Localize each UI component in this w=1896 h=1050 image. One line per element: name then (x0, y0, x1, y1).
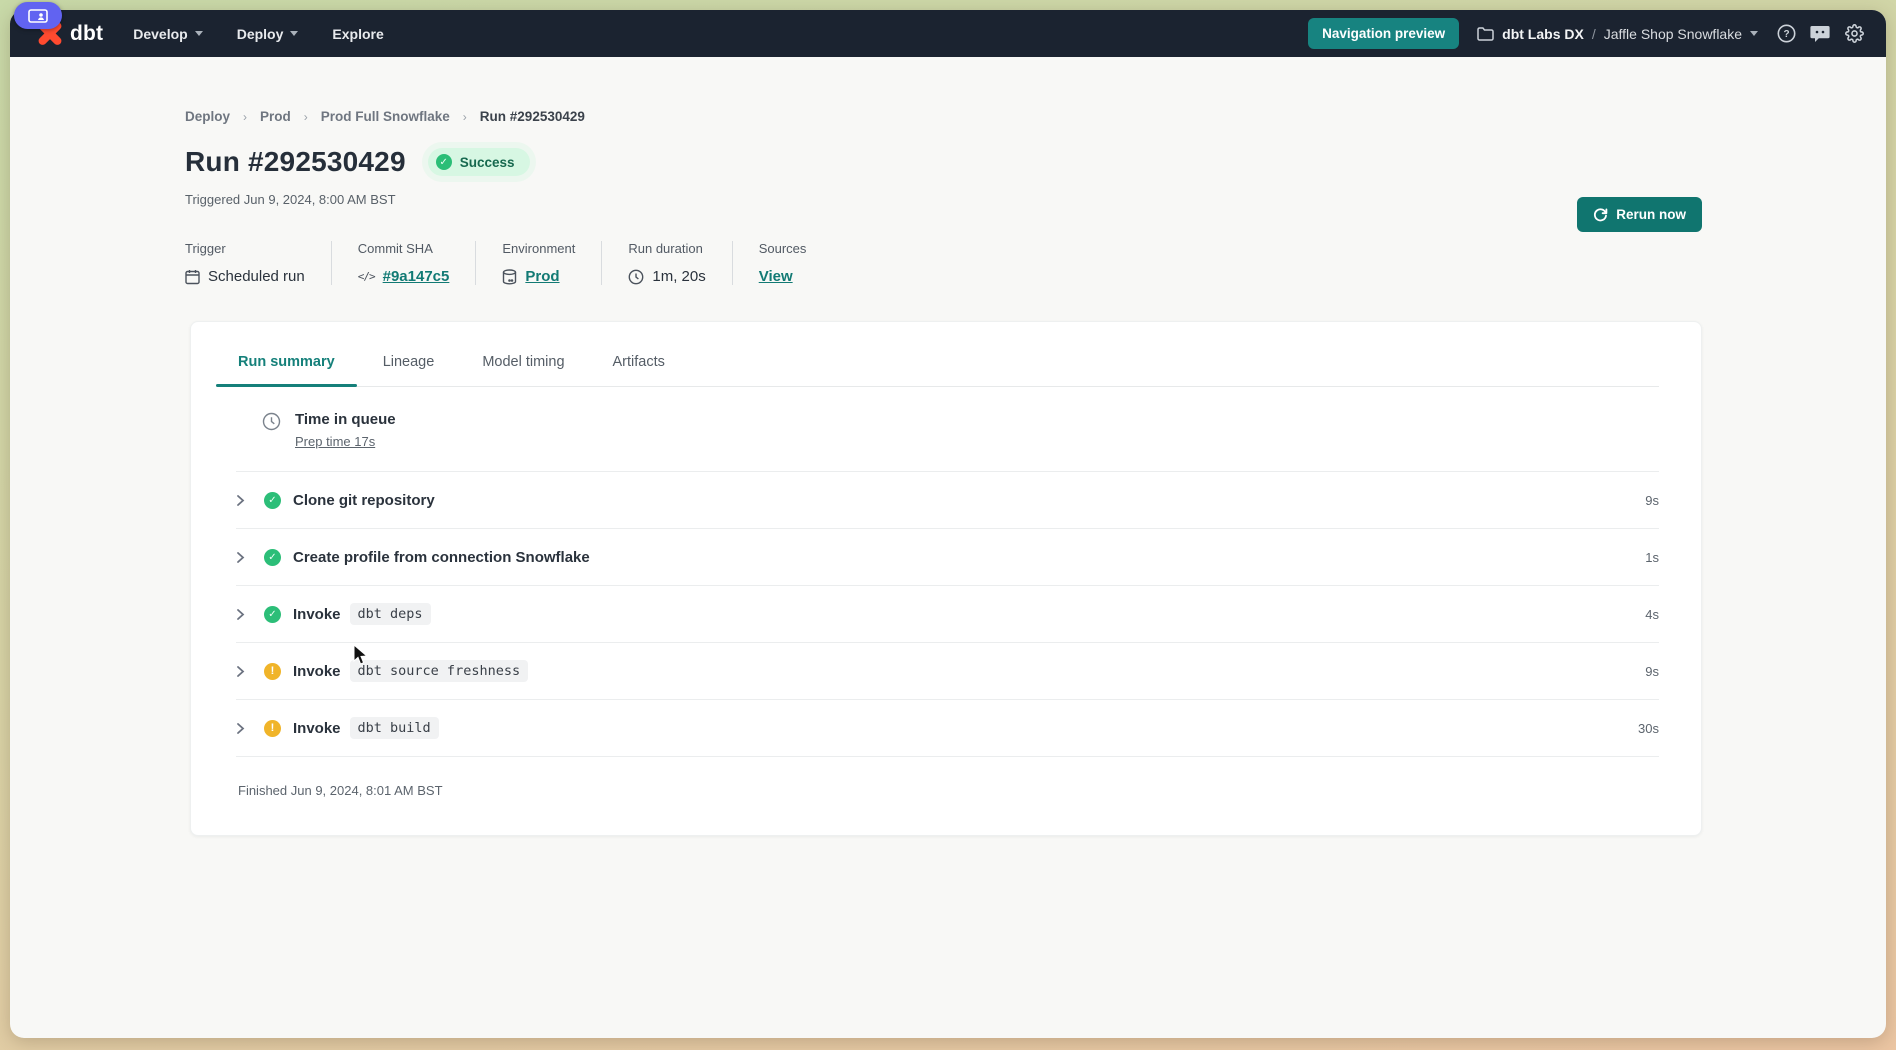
app-window: dbt Develop Deploy Explore Navigation pr… (10, 10, 1886, 1038)
success-check-icon (436, 154, 452, 170)
step-row-dbt-source-freshness[interactable]: Invoke dbt source freshness 9s (236, 643, 1659, 700)
warning-icon (264, 720, 281, 737)
clock-icon (628, 269, 644, 285)
step-row-dbt-deps[interactable]: Invoke dbt deps 4s (236, 586, 1659, 643)
breadcrumb-separator: › (304, 110, 308, 124)
dbt-logo-text: dbt (70, 22, 103, 46)
help-icon[interactable]: ? (1776, 24, 1796, 44)
account-name: dbt Labs DX (1502, 26, 1584, 42)
step-row-dbt-build[interactable]: Invoke dbt build 30s (236, 700, 1659, 757)
step-command: dbt source freshness (350, 660, 529, 682)
step-duration: 9s (1645, 493, 1659, 508)
step-duration: 30s (1638, 721, 1659, 736)
feedback-icon[interactable] (1810, 24, 1830, 44)
screen-share-badge[interactable] (14, 2, 62, 29)
warning-icon (264, 663, 281, 680)
meta-trigger: Trigger Scheduled run (185, 241, 331, 285)
primary-nav: Develop Deploy Explore (133, 26, 384, 42)
breadcrumb-prod[interactable]: Prod (260, 109, 291, 124)
step-command: dbt deps (350, 603, 431, 625)
step-duration: 1s (1645, 550, 1659, 565)
breadcrumb-separator: › (463, 110, 467, 124)
code-icon: </> (358, 270, 375, 283)
nav-item-develop[interactable]: Develop (133, 26, 202, 42)
run-detail-page: Deploy › Prod › Prod Full Snowflake › Ru… (10, 109, 1886, 285)
nav-item-explore[interactable]: Explore (332, 26, 383, 42)
rerun-now-button[interactable]: Rerun now (1577, 197, 1702, 232)
step-row-clone-git[interactable]: Clone git repository 9s (236, 472, 1659, 529)
project-switcher[interactable]: dbt Labs DX / Jaffle Shop Snowflake (1477, 26, 1758, 42)
tab-bar: Run summary Lineage Model timing Artifac… (236, 322, 1659, 387)
sources-view-link[interactable]: View (759, 268, 793, 285)
calendar-icon (185, 269, 200, 285)
screen-share-icon (28, 9, 48, 23)
topbar-right: Navigation preview dbt Labs DX / Jaffle … (1308, 18, 1864, 49)
topbar-icons: ? (1776, 24, 1864, 44)
prep-time-link[interactable]: Prep time 17s (295, 434, 375, 449)
tab-artifacts[interactable]: Artifacts (611, 352, 667, 386)
gear-icon[interactable] (1844, 24, 1864, 44)
folder-icon (1477, 27, 1494, 41)
nav-item-deploy[interactable]: Deploy (237, 26, 299, 42)
topbar: dbt Develop Deploy Explore Navigation pr… (10, 10, 1886, 57)
run-summary-card: Run summary Lineage Model timing Artifac… (190, 321, 1702, 836)
time-in-queue-block: Time in queue Prep time 17s (236, 387, 1659, 472)
run-duration-value: 1m, 20s (652, 268, 705, 285)
chevron-right-icon[interactable] (236, 722, 258, 735)
chevron-right-icon[interactable] (236, 494, 258, 507)
chevron-down-icon (195, 31, 203, 36)
step-row-create-profile[interactable]: Create profile from connection Snowflake… (236, 529, 1659, 586)
finished-timestamp: Finished Jun 9, 2024, 8:01 AM BST (236, 757, 1659, 828)
navigation-preview-button[interactable]: Navigation preview (1308, 18, 1459, 49)
svg-text:?: ? (1783, 29, 1789, 40)
page-title: Run #292530429 (185, 146, 406, 178)
breadcrumb-separator: › (243, 110, 247, 124)
success-check-icon (264, 549, 281, 566)
trigger-value: Scheduled run (208, 268, 305, 285)
refresh-icon (1593, 207, 1608, 222)
chevron-right-icon[interactable] (236, 551, 258, 564)
step-duration: 4s (1645, 607, 1659, 622)
breadcrumb-current-run: Run #292530429 (480, 109, 585, 124)
clock-outline-icon (262, 412, 281, 431)
chevron-down-icon (290, 31, 298, 36)
meta-commit-sha: Commit SHA </> #9a147c5 (331, 241, 476, 285)
run-meta-row: Trigger Scheduled run Commit SHA </> #9a… (185, 241, 1886, 285)
tab-model-timing[interactable]: Model timing (480, 352, 566, 386)
step-duration: 9s (1645, 664, 1659, 679)
meta-environment: Environment Prod (475, 241, 601, 285)
success-check-icon (264, 606, 281, 623)
tab-lineage[interactable]: Lineage (381, 352, 437, 386)
breadcrumb-job[interactable]: Prod Full Snowflake (321, 109, 450, 124)
step-command: dbt build (350, 717, 439, 739)
meta-sources: Sources View (732, 241, 833, 285)
breadcrumb: Deploy › Prod › Prod Full Snowflake › Ru… (185, 109, 1886, 124)
success-check-icon (264, 492, 281, 509)
meta-run-duration: Run duration 1m, 20s (601, 241, 731, 285)
status-badge: Success (428, 148, 530, 176)
queue-title: Time in queue (295, 411, 396, 428)
chevron-right-icon[interactable] (236, 665, 258, 678)
project-name: Jaffle Shop Snowflake (1604, 26, 1742, 42)
chevron-down-icon (1750, 31, 1758, 36)
database-icon (502, 269, 517, 285)
title-row: Run #292530429 Success (185, 146, 1886, 178)
breadcrumb-deploy[interactable]: Deploy (185, 109, 230, 124)
chevron-right-icon[interactable] (236, 608, 258, 621)
tab-run-summary[interactable]: Run summary (236, 352, 337, 386)
environment-link[interactable]: Prod (525, 268, 559, 285)
commit-sha-link[interactable]: #9a147c5 (383, 268, 450, 285)
